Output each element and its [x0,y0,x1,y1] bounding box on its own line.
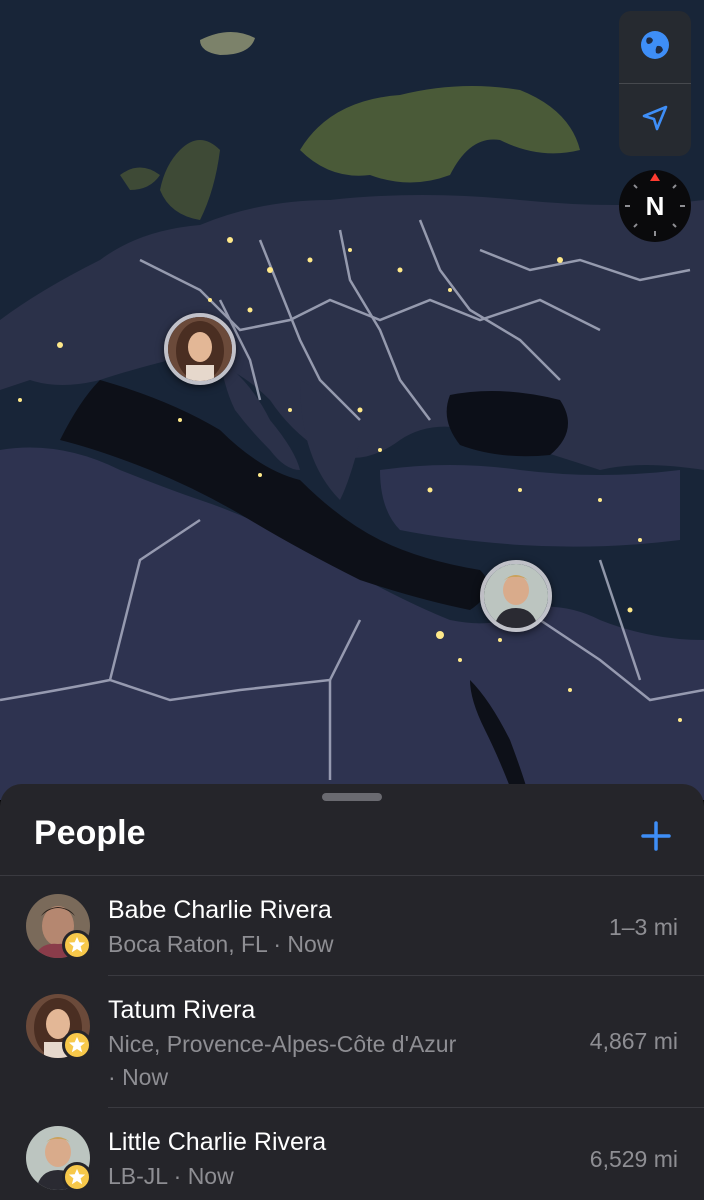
map-pin-tatum-rivera[interactable] [164,313,236,385]
globe-icon [638,28,672,67]
time-text: Now [287,931,334,957]
compass[interactable]: N [619,170,691,242]
person-name: Tatum Rivera [108,996,256,1024]
map-view[interactable]: N [0,0,704,800]
favorite-star-icon [62,1162,92,1192]
location-text: Nice, Provence-Alpes-Côte d'Azur [108,1031,457,1057]
people-sheet: People Babe Charlie Rivera Boca Raton, F… [0,784,704,1200]
person-row-little-charlie-rivera[interactable]: Little Charlie Rivera LB-JL · Now 6,529 … [0,1108,704,1200]
person-distance: 6,529 mi [589,1146,678,1172]
time-text: Now [187,1163,234,1189]
favorite-star-icon [62,930,92,960]
favorite-star-icon [62,1030,92,1060]
person-location: Nice, Provence-Alpes-Côte d'Azur · Now [108,1031,457,1090]
person-location: LB-JL · Now [108,1163,234,1189]
add-person-button[interactable] [634,816,678,860]
location-text: Boca Raton, FL [108,931,267,957]
map-style-button[interactable] [619,11,691,83]
sheet-grabber[interactable] [322,793,382,801]
person-row-babe-charlie-rivera[interactable]: Babe Charlie Rivera Boca Raton, FL · Now… [0,876,704,976]
person-name: Babe Charlie Rivera [108,896,332,924]
location-arrow-icon [640,103,670,138]
location-text: LB-JL [108,1163,168,1189]
satellite-map [0,0,704,800]
plus-icon [640,820,672,857]
avatar [168,317,232,381]
person-distance: 4,867 mi [589,1028,678,1054]
compass-north-label: N [645,190,665,221]
avatar [484,564,548,628]
person-row-tatum-rivera[interactable]: Tatum Rivera Nice, Provence-Alpes-Côte d… [0,976,704,1108]
person-distance: 1–3 mi [608,914,678,940]
time-text: Now [122,1064,169,1090]
map-controls [619,11,691,156]
sheet-title: People [34,814,146,852]
person-location: Boca Raton, FL · Now [108,931,334,957]
map-pin-little-charlie-rivera[interactable] [480,560,552,632]
current-location-button[interactable] [619,84,691,156]
person-name: Little Charlie Rivera [108,1128,327,1156]
